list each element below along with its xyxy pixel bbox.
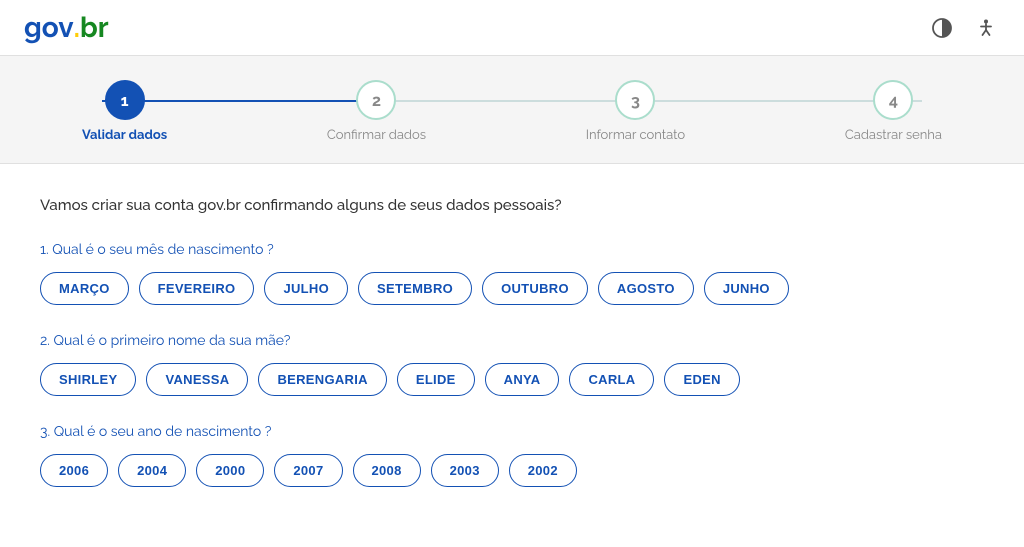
step-3: 3 Informar contato (586, 80, 685, 143)
intro-text: Vamos criar sua conta gov.br confirmando… (40, 196, 860, 214)
option-q2-eden[interactable]: EDEN (664, 363, 739, 396)
q3-prefix: 3. Qual é o seu (40, 424, 138, 440)
option-q2-carla[interactable]: CARLA (569, 363, 654, 396)
option-q3-2000[interactable]: 2000 (196, 454, 264, 487)
option-q3-2003[interactable]: 2003 (431, 454, 499, 487)
accessibility-icon[interactable] (972, 14, 1000, 42)
option-q2-anya[interactable]: ANYA (485, 363, 560, 396)
question-3-block: 3. Qual é o seu ano de nascimento ? 2006… (40, 424, 860, 487)
option-q1-junho[interactable]: JUNHO (704, 272, 789, 305)
option-q1-julho[interactable]: JULHO (264, 272, 348, 305)
progress-bar-container: 1 Validar dados 2 Confirmar dados 3 Info… (82, 80, 942, 143)
question-1-block: 1. Qual é o seu mês de nascimento ? MARÇ… (40, 242, 860, 305)
question-1-label: 1. Qual é o seu mês de nascimento ? (40, 242, 860, 258)
q1-prefix: 1. Qual é o seu (40, 242, 136, 258)
step-1-label: Validar dados (82, 128, 167, 143)
logo-br: br (80, 14, 109, 42)
q1-suffix: ? (263, 242, 273, 258)
option-q1-setembro[interactable]: SETEMBRO (358, 272, 472, 305)
step-4: 4 Cadastrar senha (845, 80, 942, 143)
question-2-label: 2. Qual é o primeiro nome da sua mãe? (40, 333, 860, 349)
logo: gov.br (24, 14, 109, 42)
step-2-label: Confirmar dados (327, 128, 426, 143)
step-3-label: Informar contato (586, 128, 685, 143)
contrast-icon[interactable] (928, 14, 956, 42)
option-q1-outubro[interactable]: OUTUBRO (482, 272, 588, 305)
header-icons (928, 14, 1000, 42)
main-content: Vamos criar sua conta gov.br confirmando… (0, 164, 900, 547)
question-3-label: 3. Qual é o seu ano de nascimento ? (40, 424, 860, 440)
option-q2-vanessa[interactable]: VANESSA (146, 363, 248, 396)
option-q2-elide[interactable]: ELIDE (397, 363, 475, 396)
option-q1-março[interactable]: MARÇO (40, 272, 129, 305)
question-2-options: SHIRLEY VANESSA BERENGARIA ELIDE ANYA CARLA ED… (40, 363, 860, 396)
progress-section: 1 Validar dados 2 Confirmar dados 3 Info… (0, 56, 1024, 164)
question-3-options: 2006 2004 2000 2007 2008 2003 2002 (40, 454, 860, 487)
option-q3-2004[interactable]: 2004 (118, 454, 186, 487)
question-2-block: 2. Qual é o primeiro nome da sua mãe? SH… (40, 333, 860, 396)
progress-line (102, 100, 922, 102)
question-1-options: MARÇO FEVEREIRO JULHO SETEMBRO OUTUBRO AGOSTO… (40, 272, 860, 305)
q3-suffix: ? (261, 424, 271, 440)
q2-prefix: 2. Qual é o (40, 333, 111, 349)
step-4-circle: 4 (873, 80, 913, 120)
header: gov.br (0, 0, 1024, 56)
option-q3-2007[interactable]: 2007 (274, 454, 342, 487)
q1-highlight: mês de nascimento (136, 242, 263, 258)
logo-gov: gov (24, 14, 74, 42)
option-q1-agosto[interactable]: AGOSTO (598, 272, 694, 305)
step-4-label: Cadastrar senha (845, 128, 942, 143)
option-q1-fevereiro[interactable]: FEVEREIRO (139, 272, 255, 305)
step-2: 2 Confirmar dados (327, 80, 426, 143)
option-q3-2006[interactable]: 2006 (40, 454, 108, 487)
option-q3-2008[interactable]: 2008 (353, 454, 421, 487)
option-q2-shirley[interactable]: SHIRLEY (40, 363, 136, 396)
q3-highlight: ano de nascimento (138, 424, 262, 440)
step-1-circle: 1 (105, 80, 145, 120)
step-2-circle: 2 (356, 80, 396, 120)
step-3-circle: 3 (615, 80, 655, 120)
option-q2-berengaria[interactable]: BERENGARIA (258, 363, 386, 396)
step-1: 1 Validar dados (82, 80, 167, 143)
q2-highlight: primeiro nome da sua mãe (111, 333, 284, 349)
option-q3-2002[interactable]: 2002 (509, 454, 577, 487)
q2-suffix: ? (284, 333, 291, 349)
